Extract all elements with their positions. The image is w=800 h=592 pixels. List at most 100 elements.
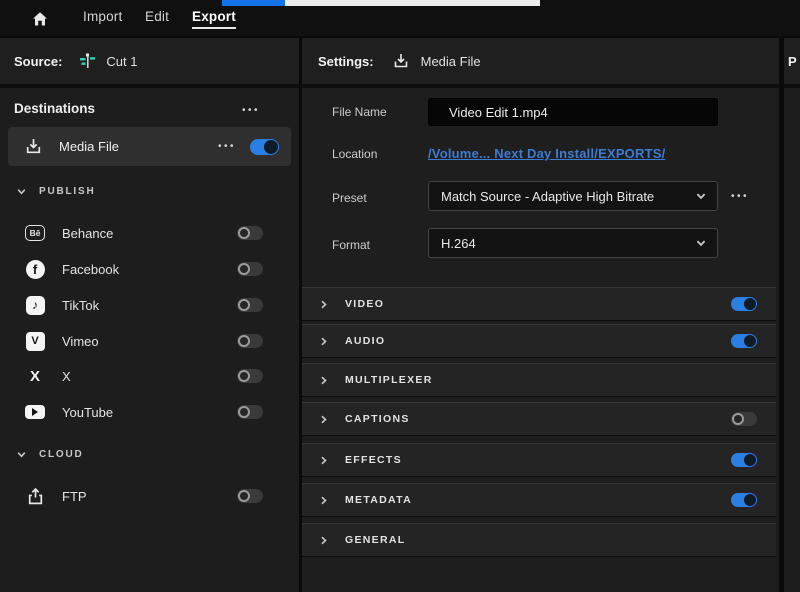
destination-row-vimeo[interactable]: V Vimeo bbox=[8, 323, 291, 359]
location-label: Location bbox=[332, 147, 377, 161]
top-bar: Import Edit Export bbox=[0, 0, 800, 36]
x-icon: X bbox=[26, 367, 45, 386]
section-row-video[interactable]: VIDEO bbox=[302, 287, 776, 321]
destination-row-media-file[interactable]: Media File ••• bbox=[8, 127, 291, 166]
tiktok-toggle[interactable] bbox=[237, 298, 263, 312]
preview-title-partial: P bbox=[788, 54, 797, 69]
section-label: EFFECTS bbox=[345, 454, 402, 466]
audio-toggle[interactable] bbox=[731, 334, 757, 348]
destination-label: FTP bbox=[62, 489, 87, 504]
destination-label: YouTube bbox=[62, 405, 113, 420]
chevron-down-icon bbox=[16, 186, 27, 197]
source-label: Source: bbox=[14, 54, 62, 69]
section-label: GENERAL bbox=[345, 534, 405, 546]
tab-export[interactable]: Export bbox=[192, 9, 236, 29]
preview-panel bbox=[784, 88, 800, 592]
behance-icon: Bē bbox=[25, 225, 45, 241]
home-icon[interactable] bbox=[31, 10, 49, 28]
chevron-down-icon bbox=[16, 449, 27, 460]
destination-label: Media File bbox=[59, 139, 119, 154]
source-header: Source: Cut 1 bbox=[0, 38, 299, 88]
destination-row-x[interactable]: X X bbox=[8, 358, 291, 394]
tab-import[interactable]: Import bbox=[83, 9, 122, 24]
settings-target: Media File bbox=[421, 54, 481, 69]
destination-row-ftp[interactable]: FTP bbox=[8, 478, 291, 514]
format-dropdown[interactable]: H.264 bbox=[428, 228, 718, 258]
chevron-down-icon bbox=[695, 237, 707, 249]
format-label: Format bbox=[332, 238, 370, 252]
vimeo-icon: V bbox=[26, 332, 45, 351]
section-row-metadata[interactable]: METADATA bbox=[302, 483, 776, 517]
chevron-right-icon bbox=[318, 414, 329, 425]
section-label: METADATA bbox=[345, 494, 412, 506]
premiere-export-screen: Import Edit Export Source: Cut 1 Destina… bbox=[0, 0, 800, 592]
cloud-section-label: CLOUD bbox=[39, 449, 84, 460]
section-row-audio[interactable]: AUDIO bbox=[302, 324, 776, 358]
facebook-toggle[interactable] bbox=[237, 262, 263, 276]
section-label: VIDEO bbox=[345, 298, 384, 310]
file-name-label: File Name bbox=[332, 105, 387, 119]
facebook-icon: f bbox=[26, 260, 45, 279]
source-sequence-name[interactable]: Cut 1 bbox=[106, 54, 137, 69]
section-label: AUDIO bbox=[345, 335, 385, 347]
destination-row-youtube[interactable]: YouTube bbox=[8, 394, 291, 430]
format-value: H.264 bbox=[441, 236, 695, 251]
behance-toggle[interactable] bbox=[237, 226, 263, 240]
ftp-upload-icon bbox=[24, 487, 46, 506]
section-label: MULTIPLEXER bbox=[345, 374, 433, 386]
media-file-toggle[interactable] bbox=[250, 139, 279, 155]
x-toggle[interactable] bbox=[237, 369, 263, 383]
destination-label: TikTok bbox=[62, 298, 99, 313]
preview-header: P bbox=[784, 38, 800, 88]
metadata-toggle[interactable] bbox=[731, 493, 757, 507]
youtube-toggle[interactable] bbox=[237, 405, 263, 419]
destination-row-tiktok[interactable]: ♪ TikTok bbox=[8, 287, 291, 323]
cloud-section-header[interactable]: CLOUD bbox=[16, 449, 84, 460]
section-label: CAPTIONS bbox=[345, 413, 410, 425]
section-row-general[interactable]: GENERAL bbox=[302, 523, 776, 557]
chevron-right-icon bbox=[318, 299, 329, 310]
publish-section-header[interactable]: PUBLISH bbox=[16, 186, 96, 197]
tiktok-icon: ♪ bbox=[26, 296, 45, 315]
media-file-download-icon bbox=[392, 52, 410, 70]
preset-dropdown[interactable]: Match Source - Adaptive High Bitrate bbox=[428, 181, 718, 211]
chevron-right-icon bbox=[318, 535, 329, 546]
timeline-scrollbar-white-segment[interactable] bbox=[285, 0, 540, 6]
vimeo-toggle[interactable] bbox=[237, 334, 263, 348]
destination-row-behance[interactable]: Bē Behance bbox=[8, 215, 291, 251]
destination-label: Facebook bbox=[62, 262, 119, 277]
section-row-effects[interactable]: EFFECTS bbox=[302, 443, 776, 477]
destination-label: X bbox=[62, 369, 71, 384]
tab-edit[interactable]: Edit bbox=[145, 9, 169, 24]
destinations-title: Destinations bbox=[14, 101, 95, 116]
destination-row-facebook[interactable]: f Facebook bbox=[8, 251, 291, 287]
youtube-icon bbox=[25, 405, 45, 419]
chevron-right-icon bbox=[318, 336, 329, 347]
timeline-scrollbar-blue-segment[interactable] bbox=[222, 0, 285, 6]
chevron-down-icon bbox=[695, 190, 707, 202]
chevron-right-icon bbox=[318, 375, 329, 386]
media-file-more-button[interactable]: ••• bbox=[218, 142, 236, 152]
settings-label: Settings: bbox=[318, 54, 374, 69]
settings-header: Settings: Media File bbox=[302, 38, 779, 88]
captions-toggle[interactable] bbox=[731, 412, 757, 426]
section-row-captions[interactable]: CAPTIONS bbox=[302, 402, 776, 436]
location-link[interactable]: /Volume... Next Day Install/EXPORTS/ bbox=[428, 146, 665, 161]
destination-label: Behance bbox=[62, 226, 113, 241]
preset-label: Preset bbox=[332, 191, 367, 205]
media-file-download-icon bbox=[24, 137, 43, 156]
timeline-scrollbar[interactable] bbox=[222, 0, 540, 6]
effects-toggle[interactable] bbox=[731, 453, 757, 467]
video-toggle[interactable] bbox=[731, 297, 757, 311]
chevron-right-icon bbox=[318, 455, 329, 466]
sequence-icon bbox=[78, 52, 96, 70]
section-row-multiplexer[interactable]: MULTIPLEXER bbox=[302, 363, 776, 397]
file-name-input[interactable] bbox=[428, 98, 718, 126]
ftp-toggle[interactable] bbox=[237, 489, 263, 503]
publish-section-label: PUBLISH bbox=[39, 186, 96, 197]
destinations-menu-button[interactable]: ••• bbox=[242, 106, 260, 116]
destination-label: Vimeo bbox=[62, 334, 99, 349]
chevron-right-icon bbox=[318, 495, 329, 506]
preset-more-button[interactable]: ••• bbox=[731, 192, 749, 202]
youtube-play-icon bbox=[32, 408, 38, 416]
